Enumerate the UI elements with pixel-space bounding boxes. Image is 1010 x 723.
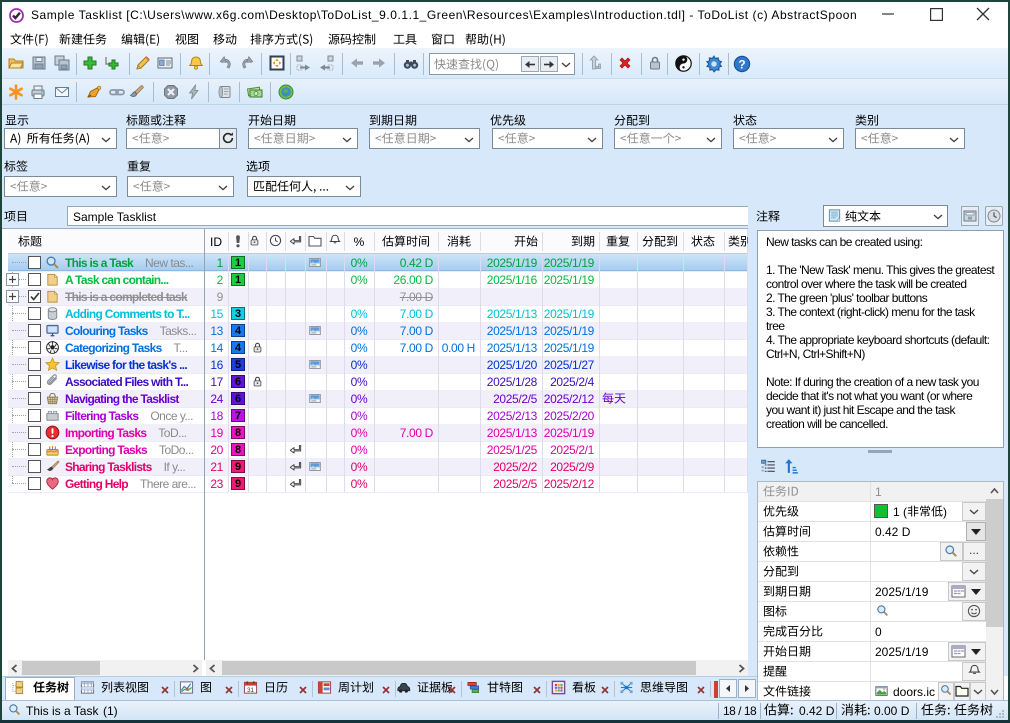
svg-text:31: 31 [247,687,254,694]
svg-text:?: ? [738,58,745,72]
